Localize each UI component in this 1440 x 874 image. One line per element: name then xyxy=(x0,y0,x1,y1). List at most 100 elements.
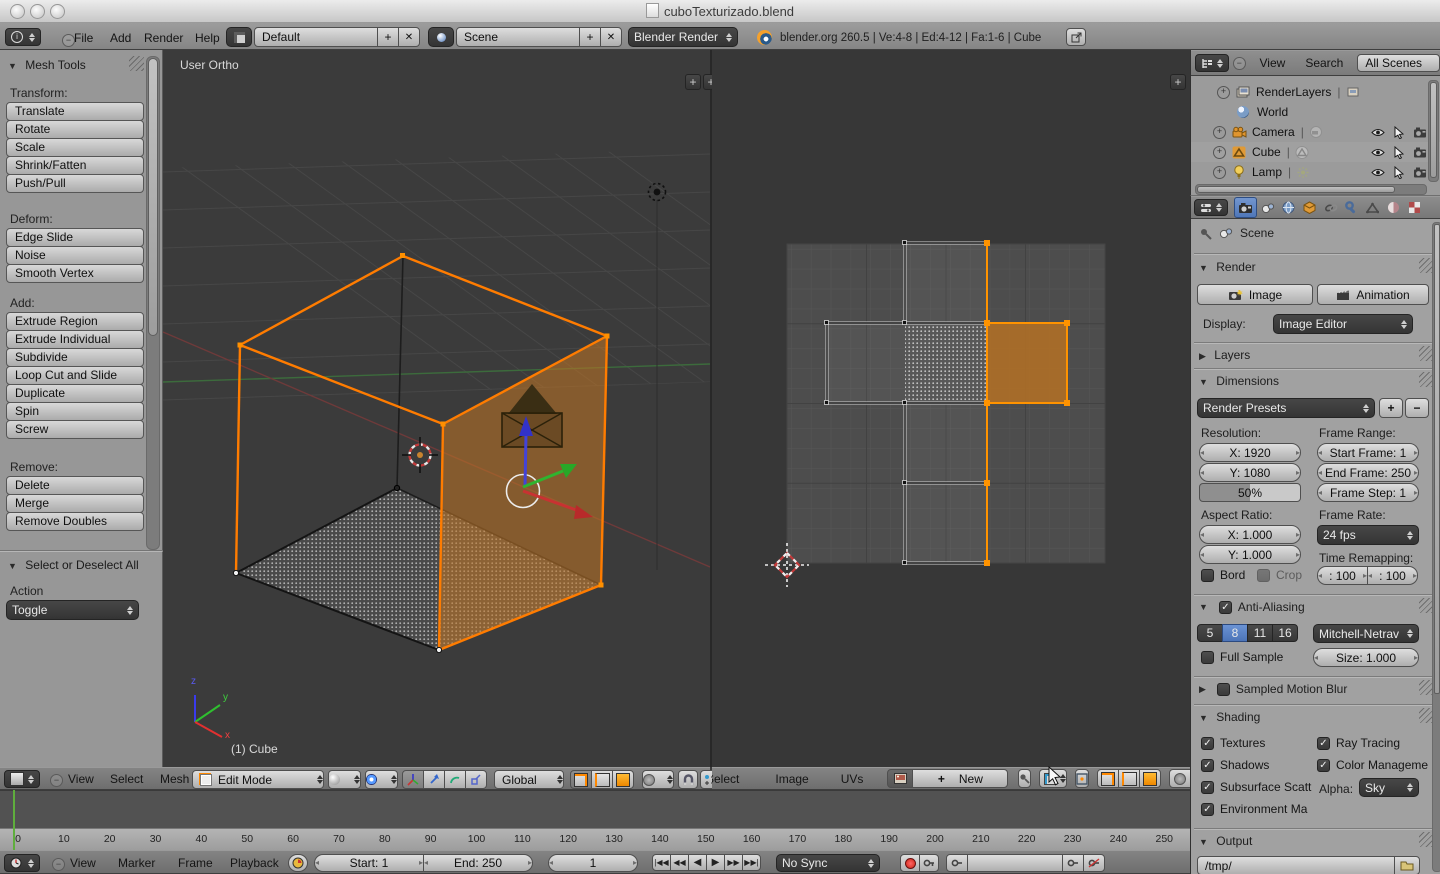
outliner-row-renderlayers[interactable]: + RenderLayers | xyxy=(1191,82,1440,102)
outliner-hscrollbar[interactable] xyxy=(1195,184,1427,195)
screw-button[interactable]: Screw xyxy=(6,420,144,439)
outliner-row-world[interactable]: World xyxy=(1191,102,1440,122)
outliner-vscrollbar-thumb[interactable] xyxy=(1430,82,1437,178)
uv-menu-uvs[interactable]: UVs xyxy=(831,772,874,786)
aa-samples-8-button[interactable]: 8 xyxy=(1222,624,1248,642)
expand-uv-properties-button[interactable]: + xyxy=(1170,74,1186,90)
tab-object[interactable] xyxy=(1299,198,1320,217)
tab-material[interactable] xyxy=(1383,198,1404,217)
color-management-checkbox[interactable]: ✓ xyxy=(1317,759,1330,772)
push-pull-button[interactable]: Push/Pull xyxy=(6,174,144,193)
aspect-y-field[interactable]: ◂Y: 1.000▸ xyxy=(1199,545,1301,564)
remove-doubles-button[interactable]: Remove Doubles xyxy=(6,512,144,531)
add-screen-layout-button[interactable]: + xyxy=(377,27,399,47)
shadows-checkbox[interactable]: ✓ xyxy=(1201,759,1214,772)
env-map-checkbox[interactable]: ✓ xyxy=(1201,803,1214,816)
uv-vertex-select-button[interactable] xyxy=(1097,769,1119,788)
tool-shelf-scrollbar-thumb[interactable] xyxy=(148,58,158,336)
layers-panel-collapse-icon[interactable]: ▶ xyxy=(1199,351,1206,361)
smooth-vertex-button[interactable]: Smooth Vertex xyxy=(6,264,144,283)
viewport-menu-view[interactable]: View xyxy=(58,772,104,786)
textures-checkbox[interactable]: ✓ xyxy=(1201,737,1214,750)
uv-sync-selection-button[interactable] xyxy=(1075,769,1089,788)
extrude-region-button[interactable]: Extrude Region xyxy=(6,312,144,331)
sss-checkbox[interactable]: ✓ xyxy=(1201,781,1214,794)
keying-set-field[interactable] xyxy=(967,854,1063,872)
scale-manipulator-button[interactable] xyxy=(465,770,487,789)
render-animation-button[interactable]: Animation xyxy=(1317,284,1429,305)
tool-shelf-scrollbar[interactable] xyxy=(146,56,160,550)
uv-menu-select[interactable]: Select xyxy=(712,772,749,786)
resolution-x-field[interactable]: ◂X: 1920▸ xyxy=(1199,443,1301,462)
jump-to-start-button[interactable]: |◀◀ xyxy=(652,854,671,871)
remap-new-field[interactable]: ◂: 100▸ xyxy=(1367,566,1418,585)
face-select-mode-button[interactable] xyxy=(612,770,634,789)
subdivide-button[interactable]: Subdivide xyxy=(6,348,144,367)
translate-manipulator-button[interactable] xyxy=(423,770,445,789)
add-scene-button[interactable]: + xyxy=(579,27,601,47)
panel-collapse-icon[interactable]: ▼ xyxy=(8,61,17,71)
expand-icon[interactable]: + xyxy=(1213,166,1226,179)
duplicate-button[interactable]: Duplicate xyxy=(6,384,144,403)
tab-render[interactable] xyxy=(1234,197,1257,218)
window-duplicate-button[interactable] xyxy=(1066,28,1086,46)
timeline-ruler[interactable]: 0102030405060708090100110120130140150160… xyxy=(0,828,1190,851)
resolution-y-field[interactable]: ◂Y: 1080▸ xyxy=(1199,463,1301,482)
current-frame-field[interactable]: ◂1▸ xyxy=(548,854,638,872)
output-panel-collapse-icon[interactable]: ▼ xyxy=(1199,837,1208,847)
auto-keyframe-button[interactable] xyxy=(900,854,920,872)
resolution-percentage-slider[interactable]: 50% xyxy=(1199,483,1301,502)
play-reverse-button[interactable]: ◀ xyxy=(688,854,707,871)
viewport-3d[interactable]: User Ortho (1) Cube z y x + + xyxy=(163,50,712,767)
timeline-menu-frame[interactable]: Frame xyxy=(168,856,223,870)
timeline-menu-marker[interactable]: Marker xyxy=(108,856,165,870)
shading-panel-collapse-icon[interactable]: ▼ xyxy=(1199,713,1208,723)
tab-constraints[interactable] xyxy=(1320,198,1341,217)
insert-keyframe-button[interactable] xyxy=(1062,854,1084,872)
outliner-row-camera[interactable]: + Camera | xyxy=(1191,122,1440,142)
uv-image-editor[interactable]: + xyxy=(712,50,1191,767)
spin-button[interactable]: Spin xyxy=(6,402,144,421)
remove-preset-button[interactable]: − xyxy=(1405,398,1429,418)
add-preset-button[interactable]: + xyxy=(1379,398,1403,418)
rotate-manipulator-button[interactable] xyxy=(444,770,466,789)
visibility-eye-icon[interactable] xyxy=(1371,148,1385,157)
tab-world[interactable] xyxy=(1278,198,1299,217)
display-select[interactable]: Image Editor xyxy=(1273,314,1413,334)
scene-name-field[interactable]: Scene xyxy=(456,27,580,47)
expand-icon[interactable]: + xyxy=(1217,86,1230,99)
auto-keying-set-button[interactable] xyxy=(919,854,939,872)
aa-panel-collapse-icon[interactable]: ▼ xyxy=(1199,602,1208,612)
delete-scene-button[interactable]: ✕ xyxy=(600,27,622,47)
tab-scene[interactable] xyxy=(1257,198,1278,217)
collapse-menus-icon[interactable]: − xyxy=(1233,57,1246,70)
uv-proportional-edit-select[interactable] xyxy=(1169,769,1190,788)
uv-edge-select-button[interactable] xyxy=(1118,769,1140,788)
delete-button[interactable]: Delete xyxy=(6,476,144,495)
editor-type-outliner-button[interactable] xyxy=(1195,54,1229,72)
renderability-camera-icon[interactable] xyxy=(1413,127,1427,138)
outliner-row-lamp[interactable]: + Lamp | xyxy=(1191,162,1440,182)
aa-samples-11-button[interactable]: 11 xyxy=(1247,624,1273,642)
end-frame-field[interactable]: ◂End: 250▸ xyxy=(423,854,533,872)
alpha-select[interactable]: Sky xyxy=(1359,778,1419,797)
viewport-shading-select[interactable] xyxy=(328,770,361,789)
ray-tracing-checkbox[interactable]: ✓ xyxy=(1317,737,1330,750)
outliner-vscrollbar[interactable] xyxy=(1428,80,1439,182)
render-engine-select[interactable]: Blender Render xyxy=(628,27,738,47)
outliner-filter-select[interactable]: All Scenes xyxy=(1357,54,1440,72)
browse-image-button[interactable] xyxy=(887,769,913,788)
output-path-field[interactable]: /tmp/ xyxy=(1197,856,1395,874)
tab-texture[interactable] xyxy=(1404,198,1425,217)
tab-modifiers[interactable] xyxy=(1341,198,1362,217)
scene-icon-button[interactable] xyxy=(428,27,454,47)
properties-scrollbar[interactable] xyxy=(1432,222,1440,872)
timeline-menu-view[interactable]: View xyxy=(60,856,106,870)
timeline-menu-playback[interactable]: Playback xyxy=(220,856,289,870)
editor-type-info-button[interactable]: i xyxy=(5,28,41,46)
visibility-eye-icon[interactable] xyxy=(1371,168,1385,177)
menu-file[interactable]: File xyxy=(64,31,103,45)
tab-object-data[interactable] xyxy=(1362,198,1383,217)
outliner-menu-view[interactable]: View xyxy=(1250,56,1296,70)
keying-set-icon-button[interactable] xyxy=(946,854,968,872)
